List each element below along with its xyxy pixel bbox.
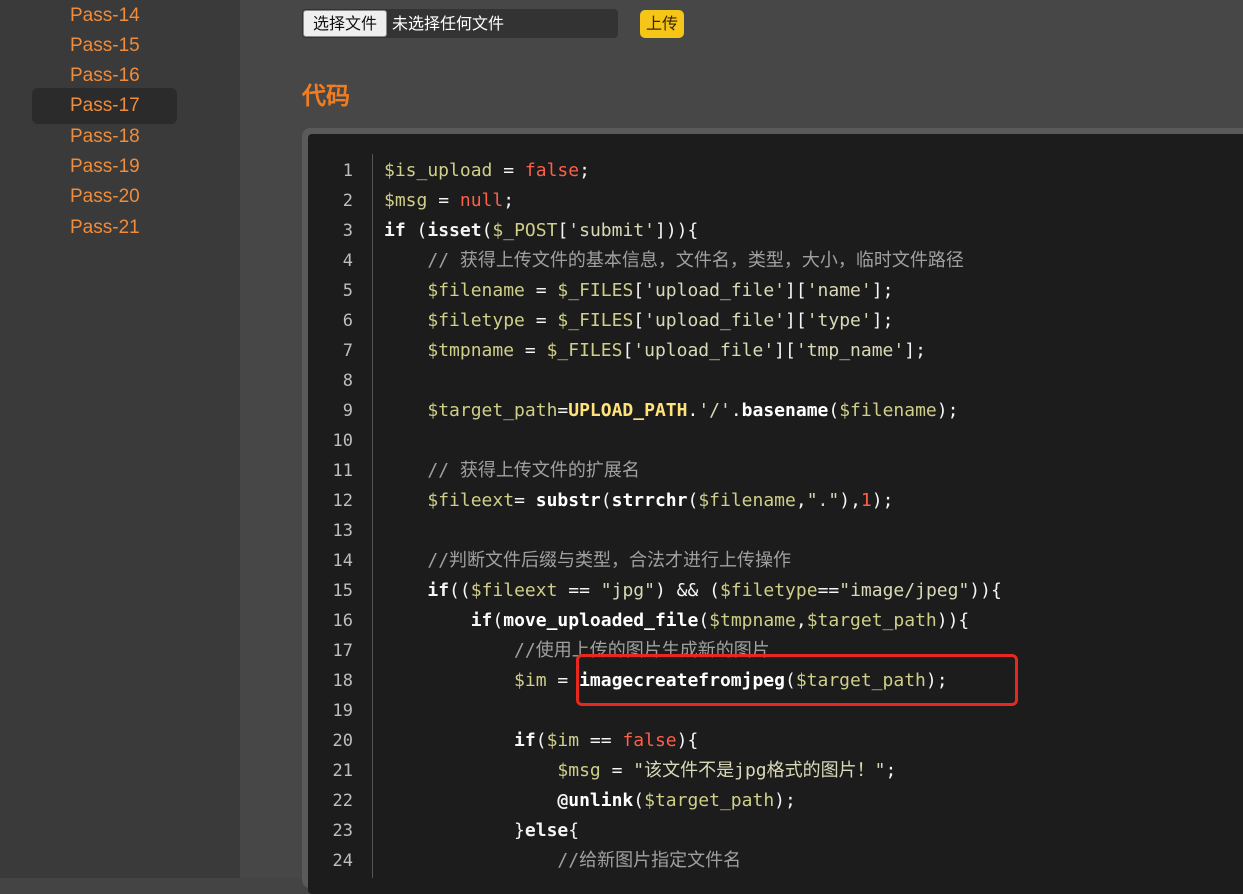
line-number: 7 — [342, 341, 353, 361]
line-number: 17 — [332, 641, 353, 661]
upload-button[interactable]: 上传 — [640, 10, 684, 38]
line-number: 15 — [332, 581, 353, 601]
code-line: 4 // 获得上传文件的基本信息，文件名，类型，大小，临时文件路径 — [308, 246, 1243, 276]
code-line: 19 — [308, 696, 1243, 726]
line-number: 21 — [332, 761, 353, 781]
code-lines: 1 $is_upload = false; 2 $msg = null; 3 if (is… — [308, 156, 1243, 876]
sidebar-item-pass-21[interactable]: Pass-21 — [32, 210, 177, 246]
code-line: 10 — [308, 426, 1243, 456]
line-number: 13 — [332, 521, 353, 541]
line-number: 5 — [342, 281, 353, 301]
code-line: 13 — [308, 516, 1243, 546]
code-line: 20 if($im == false){ — [308, 726, 1243, 756]
code-text: if(move_uploaded_file($tmpname,$target_p… — [470, 610, 970, 631]
code-line: 8 — [308, 366, 1243, 396]
line-number: 19 — [332, 701, 353, 721]
code-text: //判断文件后缀与类型，合法才进行上传操作 — [427, 550, 792, 571]
code-line: 22 @unlink($target_path); — [308, 786, 1243, 816]
code-text: $filetype = $_FILES['upload_file']['type… — [427, 310, 894, 331]
code-line: 1 $is_upload = false; — [308, 156, 1243, 186]
code-line: 21 $msg = "该文件不是jpg格式的图片！"; — [308, 756, 1243, 786]
line-number: 22 — [332, 791, 353, 811]
code-text: $fileext= substr(strrchr($filename,"."),… — [427, 490, 894, 511]
code-text: $msg = "该文件不是jpg格式的图片！"; — [557, 760, 897, 781]
line-number: 18 — [332, 671, 353, 691]
line-number: 8 — [342, 371, 353, 391]
code-line: 7 $tmpname = $_FILES['upload_file']['tmp… — [308, 336, 1243, 366]
code-line: 18 $im = imagecreatefromjpeg($target_pat… — [308, 666, 1243, 696]
code-line: 3 if (isset($_POST['submit'])){ — [308, 216, 1243, 246]
code-text: $target_path=UPLOAD_PATH.'/'.basename($f… — [427, 400, 959, 421]
line-number: 16 — [332, 611, 353, 631]
code-text: }else{ — [384, 820, 580, 841]
code-text: @unlink($target_path); — [557, 790, 796, 811]
code-line: 6 $filetype = $_FILES['upload_file']['ty… — [308, 306, 1243, 336]
no-file-text: 未选择任何文件 — [392, 14, 505, 33]
line-number: 14 — [332, 551, 353, 571]
code-line: 11 // 获得上传文件的扩展名 — [308, 456, 1243, 486]
code-line: 9 $target_path=UPLOAD_PATH.'/'.basename(… — [308, 396, 1243, 426]
code-line: 12 $fileext= substr(strrchr($filename,".… — [308, 486, 1243, 516]
code-line: 16 if(move_uploaded_file($tmpname,$targe… — [308, 606, 1243, 636]
code-text: if (isset($_POST['submit'])){ — [384, 220, 699, 241]
code-line: 17 //使用上传的图片生成新的图片 — [308, 636, 1243, 666]
line-number: 12 — [332, 491, 353, 511]
sidebar: Pass-14 Pass-15 Pass-16 Pass-17 Pass-18 … — [0, 0, 240, 878]
section-title: 代码 — [302, 82, 350, 110]
code-text: $msg = null; — [384, 190, 515, 211]
line-number: 20 — [332, 731, 353, 751]
code-text: if(($fileext == "jpg") && ($filetype=="i… — [427, 580, 1002, 601]
line-number: 9 — [342, 401, 353, 421]
code-text: $filename = $_FILES['upload_file']['name… — [427, 280, 894, 301]
line-number: 10 — [332, 431, 353, 451]
code-line: 2 $msg = null; — [308, 186, 1243, 216]
code-line: 23 }else{ — [308, 816, 1243, 846]
line-number: 2 — [342, 191, 353, 211]
code-text: //给新图片指定文件名 — [557, 850, 742, 871]
code-text: if($im == false){ — [514, 730, 699, 751]
line-number: 4 — [342, 251, 353, 271]
code-line: 15 if(($fileext == "jpg") && ($filetype=… — [308, 576, 1243, 606]
line-number: 24 — [332, 851, 353, 871]
choose-file-button[interactable]: 选择文件 — [303, 10, 387, 37]
line-number: 6 — [342, 311, 353, 331]
code-text: $is_upload = false; — [384, 160, 590, 181]
code-text: // 获得上传文件的基本信息，文件名，类型，大小，临时文件路径 — [427, 250, 964, 271]
line-number: 23 — [332, 821, 353, 841]
line-number: 1 — [342, 161, 353, 181]
line-number: 11 — [332, 461, 353, 481]
line-number: 3 — [342, 221, 353, 241]
code-text: //使用上传的图片生成新的图片 — [514, 640, 770, 661]
code-line: 5 $filename = $_FILES['upload_file']['na… — [308, 276, 1243, 306]
code-text: $tmpname = $_FILES['upload_file']['tmp_n… — [427, 340, 926, 361]
code-text: $im = imagecreatefromjpeg($target_path); — [514, 670, 948, 691]
code-line: 24 //给新图片指定文件名 — [308, 846, 1243, 876]
code-line: 14 //判断文件后缀与类型，合法才进行上传操作 — [308, 546, 1243, 576]
code-text: // 获得上传文件的扩展名 — [427, 460, 640, 481]
